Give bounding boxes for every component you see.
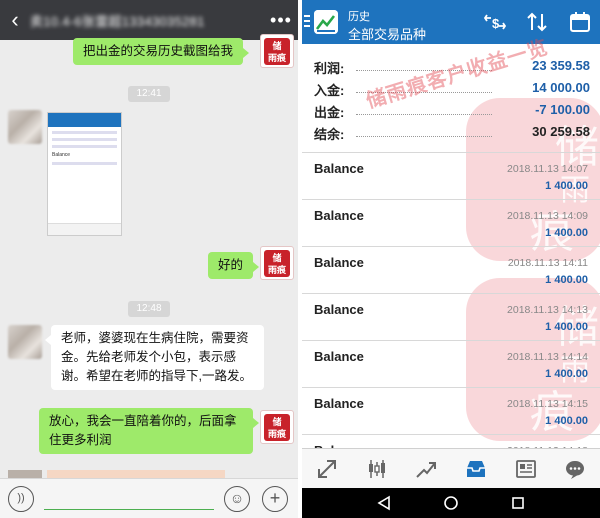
bottom-tab-bar <box>302 448 600 488</box>
summary-label: 结余: <box>314 127 345 142</box>
message-bubble-self[interactable]: 把出金的交易历史截图给我 <box>73 38 250 65</box>
avatar-self[interactable]: 储雨痕 <box>260 246 294 280</box>
summary-withdrawal: 出金: -7 100.00 <box>314 99 590 121</box>
avatar-seal: 储雨痕 <box>264 38 290 65</box>
transaction-type: Balance <box>314 161 364 176</box>
transaction-amount: 1 400.00 <box>545 321 588 333</box>
menu-icon[interactable] <box>304 15 310 29</box>
summary-value: -7 100.00 <box>535 102 590 117</box>
news-icon[interactable] <box>501 449 551 488</box>
summary-value: 14 000.00 <box>532 80 590 95</box>
chat-input-bar: )) ☺ + <box>0 478 298 518</box>
message-bubble-other[interactable]: 老师，婆婆现在生病住院，需要资 金。先给老师发个小包，表示感 谢。希望在老师的指… <box>45 325 264 390</box>
transaction-date: 2018.11.13 14:09 <box>507 210 588 222</box>
summary-label: 利润: <box>314 61 345 76</box>
transaction-date: 2018.11.13 14:14 <box>507 351 588 363</box>
plus-icon[interactable]: + <box>262 486 288 512</box>
emoji-icon[interactable]: ☺ <box>224 486 250 512</box>
message-bubble-partial <box>47 470 225 478</box>
chat-panel: ‹ 卖10.4-6张雷超13343035281 ••• 把出金的交易历史截图给我… <box>0 0 298 518</box>
quotes-icon[interactable] <box>302 449 352 488</box>
chat-icon[interactable] <box>550 449 600 488</box>
screenshot-thumbnail[interactable]: Balance <box>47 112 122 236</box>
chart-icon[interactable] <box>352 449 402 488</box>
timestamp: 12:41 <box>128 86 170 102</box>
app-logo-icon <box>314 10 338 34</box>
avatar-other[interactable] <box>8 325 42 359</box>
screenshot-root: ‹ 卖10.4-6张雷超13343035281 ••• 把出金的交易历史截图给我… <box>0 0 600 518</box>
transaction-row[interactable]: Balance 2018.11.13 14:07 1 400.00 <box>302 152 600 199</box>
transaction-date: 2018.11.13 14:07 <box>507 163 588 175</box>
transaction-row[interactable]: Balance 2018.11.13 14:15 1 400.00 <box>302 387 600 434</box>
transaction-date: 2018.11.13 14:13 <box>507 304 588 316</box>
more-icon[interactable]: ••• <box>264 10 298 31</box>
history-icon[interactable] <box>451 449 501 488</box>
message-text-line: 住更多利润 <box>49 433 112 447</box>
chevron-left-icon[interactable]: ‹ <box>0 7 30 33</box>
summary-label: 出金: <box>314 105 345 120</box>
system-nav-bar <box>302 488 600 518</box>
message-text-line: 金。先给老师发个小包，表示感 <box>61 350 237 364</box>
message-text-line: 谢。希望在老师的指导下,一路发。 <box>61 369 252 383</box>
currency-exchange-icon[interactable]: $ <box>483 11 507 33</box>
message-bubble-self[interactable]: 放心，我会一直陪着你的，后面拿 住更多利润 <box>39 408 259 454</box>
transaction-amount: 1 400.00 <box>545 415 588 427</box>
recents-nav-icon[interactable] <box>510 495 526 516</box>
transaction-amount: 1 400.00 <box>545 227 588 239</box>
page-title: 历史 <box>348 11 370 23</box>
avatar-seal: 储雨痕 <box>264 414 290 441</box>
message-text-line: 放心，我会一直陪着你的，后面拿 <box>49 414 237 428</box>
trade-icon[interactable] <box>401 449 451 488</box>
transaction-type: Balance <box>314 349 364 364</box>
message-bubble-self[interactable]: 好的 <box>208 252 260 279</box>
transaction-type: Balance <box>314 255 364 270</box>
message-text-line: 老师，婆婆现在生病住院，需要资 <box>61 331 249 345</box>
transaction-row[interactable]: Balance 2018.11.13 14:14 1 400.00 <box>302 340 600 387</box>
avatar-seal: 储雨痕 <box>264 250 290 277</box>
transaction-amount: 1 400.00 <box>545 274 588 286</box>
svg-text:$: $ <box>492 16 500 31</box>
summary-label: 入金: <box>314 83 345 98</box>
transaction-type: Balance <box>314 302 364 317</box>
avatar-other <box>8 470 42 478</box>
chat-title: 卖10.4-6张雷超13343035281 <box>30 13 205 29</box>
app-header: 历史 全部交易品种 $ <box>302 0 600 44</box>
transaction-date: 2018.11.13 14:15 <box>507 398 588 410</box>
sort-icon[interactable] <box>525 11 549 33</box>
timestamp: 12:48 <box>128 301 170 317</box>
calendar-icon[interactable] <box>568 11 592 33</box>
transaction-type: Balance <box>314 208 364 223</box>
message-text: 把出金的交易历史截图给我 <box>83 44 234 58</box>
transaction-row[interactable]: Balance 2018.11.13 14:13 1 400.00 <box>302 293 600 340</box>
avatar-self[interactable]: 储雨痕 <box>260 410 294 444</box>
thumbnail-label: Balance <box>52 152 71 158</box>
avatar-self[interactable]: 储雨痕 <box>260 34 294 68</box>
transaction-amount: 1 400.00 <box>545 368 588 380</box>
summary-balance: 结余: 30 259.58 <box>314 121 590 143</box>
back-nav-icon[interactable] <box>376 495 392 516</box>
trading-history-panel: 历史 全部交易品种 $ 储 雨 痕 储 雨 痕 利润: 23 359.58 入金… <box>302 0 600 518</box>
transaction-date: 2018.11.13 14:11 <box>507 257 588 269</box>
summary-value: 30 259.58 <box>532 124 590 139</box>
message-input[interactable] <box>44 509 214 510</box>
transaction-amount: 1 400.00 <box>545 180 588 192</box>
transaction-type: Balance <box>314 396 364 411</box>
avatar-other[interactable] <box>8 110 42 144</box>
home-nav-icon[interactable] <box>443 495 459 516</box>
chat-header: ‹ 卖10.4-6张雷超13343035281 ••• <box>0 0 298 40</box>
symbol-filter[interactable]: 全部交易品种 <box>348 24 426 43</box>
message-text: 好的 <box>218 258 244 272</box>
transaction-row[interactable]: Balance 2018.11.13 14:09 1 400.00 <box>302 199 600 246</box>
voice-icon[interactable]: )) <box>8 486 34 512</box>
transaction-row[interactable]: Balance 2018.11.13 14:11 1 400.00 <box>302 246 600 293</box>
